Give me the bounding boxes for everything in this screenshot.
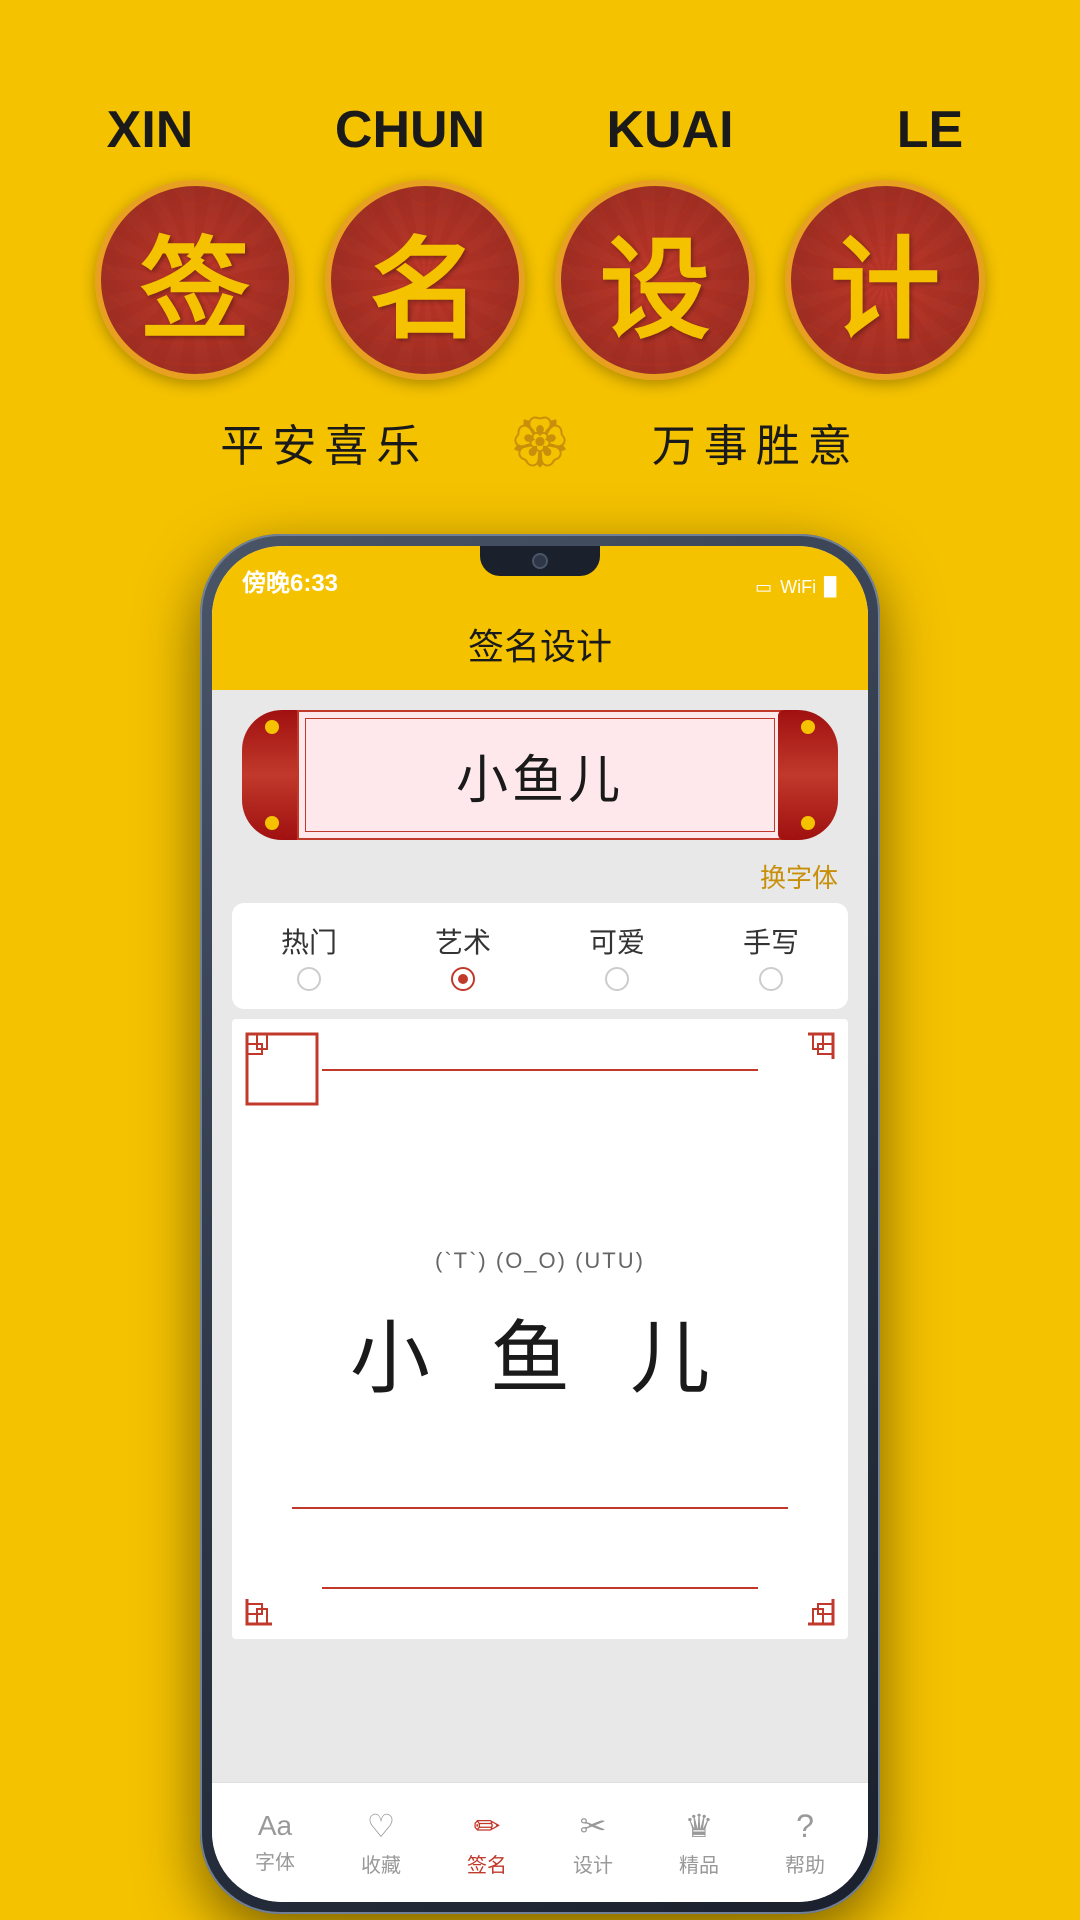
- pinyin-xin: XIN: [50, 100, 250, 160]
- signal-icon: ▉: [824, 577, 838, 598]
- status-time: 傍晚6:33: [242, 563, 338, 598]
- phone-outer: 傍晚6:33 ▭ WiFi ▉ 签名设计: [200, 534, 880, 1914]
- nav-premium[interactable]: ♛ 精品: [646, 1807, 752, 1878]
- sig-emotion: (`T`) (O_O) (UTU): [435, 1248, 645, 1274]
- tab-cute[interactable]: 可爱: [569, 913, 665, 999]
- top-section: XIN CHUN KUAI LE 签 名 设 计 平安喜乐 🏵 万事胜意: [0, 0, 1080, 514]
- circle-qian: 签: [95, 180, 295, 380]
- circle-char-3: 计: [830, 200, 940, 360]
- subtitle-right: 万事胜意: [652, 410, 860, 474]
- pinyin-le: LE: [830, 100, 1030, 160]
- nav-collect-label: 收藏: [361, 1849, 401, 1878]
- change-font-button[interactable]: 换字体: [760, 858, 838, 895]
- scroll-right-cap: [778, 710, 838, 840]
- scroll-dot-tl: [265, 720, 279, 734]
- nav-font-icon: Aa: [258, 1810, 292, 1842]
- nav-help[interactable]: ? 帮助: [752, 1808, 858, 1878]
- nav-help-label: 帮助: [785, 1849, 825, 1878]
- corner-tr-svg: [758, 1029, 838, 1109]
- tab-hot[interactable]: 热门: [261, 913, 357, 999]
- battery-icon: ▭: [755, 577, 772, 598]
- tab-cute-label: 可爱: [589, 921, 645, 961]
- nav-font[interactable]: Aa 字体: [222, 1810, 328, 1875]
- signature-area: (`T`) (O_O) (UTU) 小 鱼 儿: [232, 1019, 848, 1639]
- nav-premium-icon: ♛: [685, 1807, 714, 1845]
- tab-cute-indicator: [605, 967, 629, 991]
- subtitle-row: 平安喜乐 🏵 万事胜意: [220, 410, 859, 474]
- circle-char-1: 名: [370, 200, 480, 360]
- circle-char-0: 签: [140, 200, 250, 360]
- tab-handwrite[interactable]: 手写: [723, 913, 819, 999]
- nav-design-label: 设计: [573, 1849, 613, 1878]
- corner-tl-svg: [242, 1029, 322, 1109]
- scroll-banner-area: 小鱼儿: [212, 690, 868, 850]
- corner-br-svg: [758, 1549, 838, 1629]
- nav-design-icon: ✂: [580, 1807, 607, 1845]
- pinyin-kuai: KUAI: [570, 100, 770, 160]
- phone-notch: [480, 546, 600, 576]
- corner-bl-svg: [242, 1549, 322, 1629]
- top-border-line: [322, 1069, 758, 1071]
- circle-ming: 名: [325, 180, 525, 380]
- nav-design[interactable]: ✂ 设计: [540, 1807, 646, 1878]
- app-title: 签名设计: [468, 626, 612, 667]
- nav-premium-label: 精品: [679, 1849, 719, 1878]
- phone-screen-content: 签名设计 小鱼儿: [212, 606, 868, 1902]
- tab-handwrite-indicator: [759, 967, 783, 991]
- tab-art[interactable]: 艺术: [415, 913, 511, 999]
- tab-hot-label: 热门: [281, 921, 337, 961]
- scroll-name: 小鱼儿: [456, 738, 624, 813]
- nav-font-label: 字体: [255, 1846, 295, 1875]
- tab-art-indicator: [451, 967, 475, 991]
- subtitle-left: 平安喜乐: [220, 410, 428, 474]
- phone-inner: 傍晚6:33 ▭ WiFi ▉ 签名设计: [212, 546, 868, 1902]
- scroll-dot-br: [801, 816, 815, 830]
- nav-help-icon: ?: [796, 1808, 814, 1845]
- circle-ji: 计: [785, 180, 985, 380]
- nav-collect-icon: ♡: [367, 1807, 396, 1845]
- circle-char-2: 设: [600, 200, 710, 360]
- sig-underline: [292, 1507, 788, 1509]
- phone-container: 傍晚6:33 ▭ WiFi ▉ 签名设计: [0, 534, 1080, 1914]
- camera-dot: [532, 553, 548, 569]
- bottom-border-line: [322, 1587, 758, 1589]
- scroll-left-cap: [242, 710, 302, 840]
- change-font-bar: 换字体: [212, 850, 868, 903]
- nav-sign-label: 签名: [467, 1849, 507, 1878]
- circle-she: 设: [555, 180, 755, 380]
- pinyin-row: XIN CHUN KUAI LE: [50, 100, 1030, 160]
- wifi-icon: WiFi: [780, 577, 816, 598]
- scroll-dot-tr: [801, 720, 815, 734]
- app-header: 签名设计: [212, 606, 868, 690]
- font-tabs: 热门 艺术 可爱 手写: [232, 903, 848, 1009]
- nav-collect[interactable]: ♡ 收藏: [328, 1807, 434, 1878]
- tab-art-label: 艺术: [435, 921, 491, 961]
- decoration-icon: 🏵: [508, 413, 571, 472]
- scroll-dot-bl: [265, 816, 279, 830]
- tab-handwrite-label: 手写: [743, 921, 799, 961]
- circles-row: 签 名 设 计: [95, 180, 985, 380]
- pinyin-chun: CHUN: [310, 100, 510, 160]
- bottom-nav: Aa 字体 ♡ 收藏 ✏ 签名 ✂ 设计: [212, 1782, 868, 1902]
- sig-chars: 小 鱼 儿: [350, 1294, 730, 1410]
- scroll-body[interactable]: 小鱼儿: [297, 710, 783, 840]
- status-icons: ▭ WiFi ▉: [755, 577, 838, 598]
- nav-sign[interactable]: ✏ 签名: [434, 1807, 540, 1878]
- scroll-banner: 小鱼儿: [242, 710, 838, 840]
- tab-hot-indicator: [297, 967, 321, 991]
- nav-sign-icon: ✏: [474, 1807, 501, 1845]
